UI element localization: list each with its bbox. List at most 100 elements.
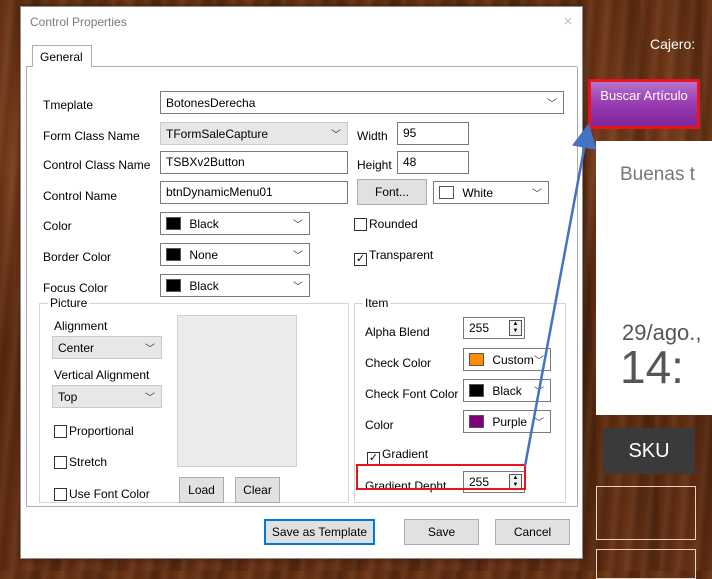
alignment-label: Alignment (54, 319, 108, 333)
dialog-titlebar: Control Properties ✕ (21, 7, 582, 37)
focus-color-select[interactable]: Black ﹀ (160, 274, 310, 297)
font-color-select[interactable]: White ﹀ (433, 181, 549, 204)
vertical-alignment-select[interactable]: Top ﹀ (52, 385, 162, 408)
font-button[interactable]: Font... (357, 179, 427, 205)
checkbox-icon (354, 218, 367, 231)
form-class-value: TFormSaleCapture (166, 127, 269, 141)
control-class-field[interactable]: TSBXv2Button (160, 151, 348, 174)
width-field[interactable]: 95 (397, 122, 469, 145)
control-name-label: Control Name (43, 189, 118, 203)
spin-arrows-icon[interactable]: ▲ ▼ (509, 320, 522, 336)
border-color-value: None (189, 248, 219, 262)
use-font-color-checkbox[interactable]: Use Font Color (54, 487, 150, 501)
stretch-checkbox[interactable]: Stretch (54, 455, 107, 469)
proportional-checkbox[interactable]: Proportional (54, 424, 134, 438)
time-text: 14: (620, 341, 684, 393)
dialog-title: Control Properties (30, 15, 127, 29)
height-label: Height (357, 158, 392, 172)
gradient-checkbox[interactable]: ✓ Gradient (367, 447, 428, 465)
template-select[interactable]: BotonesDerecha ﹀ (160, 91, 564, 114)
item-color-value: Purple (492, 415, 528, 429)
transparent-label: Transparent (369, 248, 434, 262)
black-swatch-icon (166, 248, 181, 261)
save-as-template-button[interactable]: Save as Template (264, 519, 375, 545)
gradient-depth-highlight (356, 464, 526, 490)
stretch-label: Stretch (69, 455, 108, 469)
chevron-down-icon: ﹀ (145, 393, 155, 404)
alignment-select[interactable]: Center ﹀ (52, 336, 162, 359)
item-color-label: Color (365, 418, 394, 432)
template-value: BotonesDerecha (166, 96, 256, 110)
transparent-checkbox[interactable]: ✓ Transparent (354, 248, 433, 266)
load-button[interactable]: Load (179, 477, 224, 503)
chevron-down-icon: ﹀ (534, 356, 544, 367)
color-label: Color (43, 219, 72, 233)
check-color-label: Check Color (365, 356, 432, 370)
control-class-label: Control Class Name (43, 158, 151, 172)
border-color-select[interactable]: None ﹀ (160, 243, 310, 266)
item-color-select[interactable]: Purple ﹀ (463, 410, 551, 433)
picture-group-title: Picture (48, 296, 90, 310)
white-swatch-icon (439, 186, 454, 199)
check-font-color-value: Black (492, 384, 522, 398)
sku-button[interactable]: SKU (603, 428, 695, 474)
chevron-down-icon: ﹀ (293, 282, 303, 293)
alpha-blend-label: Alpha Blend (365, 325, 430, 339)
check-color-value: Custom (492, 353, 534, 367)
color-value: Black (189, 217, 219, 231)
check-color-select[interactable]: Custom ﹀ (463, 348, 551, 371)
greeting-text: Buenas t (620, 164, 695, 185)
general-tab-page: Tmeplate BotonesDerecha ﹀ Form Class Nam… (26, 67, 578, 507)
chevron-down-icon: ﹀ (145, 344, 155, 355)
border-color-label: Border Color (43, 250, 112, 264)
chevron-down-icon: ﹀ (331, 130, 341, 141)
focus-color-label: Focus Color (43, 281, 108, 295)
width-label: Width (357, 129, 388, 143)
cashier-label: Cajero: (650, 36, 696, 52)
gradient-label: Gradient (382, 447, 429, 461)
check-font-color-select[interactable]: Black ﹀ (463, 379, 551, 402)
chevron-down-icon: ﹀ (534, 387, 544, 398)
form-class-select[interactable]: TFormSaleCapture ﹀ (160, 122, 348, 145)
rounded-checkbox[interactable]: Rounded (354, 217, 418, 231)
alignment-value: Center (58, 341, 95, 355)
form-class-label: Form Class Name (43, 129, 140, 143)
template-label: Tmeplate (43, 98, 94, 112)
vertical-alignment-label: Vertical Alignment (54, 368, 150, 382)
empty-slot-1[interactable] (596, 486, 696, 540)
chevron-down-icon: ﹀ (547, 99, 557, 110)
check-font-color-label: Check Font Color (365, 387, 459, 401)
cancel-button[interactable]: Cancel (495, 519, 570, 545)
tab-general[interactable]: General (32, 45, 92, 68)
alpha-blend-value: 255 (469, 321, 490, 335)
checkbox-icon (54, 488, 67, 501)
picture-preview (177, 315, 297, 467)
black-swatch-icon (166, 279, 181, 292)
vertical-alignment-value: Top (58, 390, 78, 404)
checkbox-icon (54, 425, 67, 438)
height-field[interactable]: 48 (397, 151, 469, 174)
purple-swatch-icon (469, 415, 484, 428)
chevron-down-icon: ﹀ (293, 220, 303, 231)
alpha-blend-stepper[interactable]: 255 ▲ ▼ (463, 317, 525, 339)
chevron-down-icon: ﹀ (534, 418, 544, 429)
focus-color-value: Black (189, 279, 219, 293)
color-select[interactable]: Black ﹀ (160, 212, 310, 235)
use-font-color-label: Use Font Color (69, 487, 150, 501)
font-color-value: White (462, 186, 494, 200)
clear-button[interactable]: Clear (235, 477, 280, 503)
chevron-down-icon: ﹀ (532, 189, 542, 200)
black-swatch-icon (166, 217, 181, 230)
control-name-field[interactable]: btnDynamicMenu01 (160, 181, 348, 204)
chevron-down-icon: ﹀ (293, 251, 303, 262)
close-icon[interactable]: ✕ (560, 14, 576, 30)
save-button[interactable]: Save (404, 519, 479, 545)
rounded-label: Rounded (369, 217, 418, 231)
item-group-title: Item (363, 296, 391, 310)
tab-bar: General (26, 41, 577, 68)
empty-slot-2[interactable] (596, 549, 696, 579)
black-swatch-icon (469, 384, 484, 397)
search-article-button[interactable]: Buscar Artículo (588, 79, 700, 129)
orange-swatch-icon (469, 353, 484, 366)
checkmark-icon: ✓ (354, 253, 367, 266)
